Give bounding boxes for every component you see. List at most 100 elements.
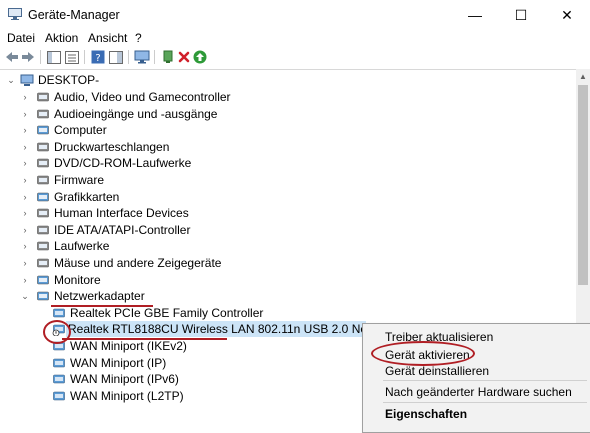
tree-category-row[interactable]: › IDE ATA/ATAPI-Controller (0, 222, 576, 238)
category-icon (37, 208, 49, 218)
menu-help[interactable]: ? (135, 31, 142, 45)
tree-category-label: Grafikkarten (54, 189, 120, 204)
tree-category-label: Mäuse und andere Zeigegeräte (54, 256, 222, 270)
expand-chevron-icon[interactable]: › (20, 89, 30, 105)
category-icon (37, 258, 49, 268)
tree-root-label: DESKTOP- (38, 73, 100, 87)
expand-chevron-icon[interactable]: › (20, 139, 30, 155)
category-icon (37, 291, 49, 301)
tree-device-label: WAN Miniport (IP) (70, 355, 167, 370)
expand-chevron-icon[interactable]: › (20, 238, 30, 254)
expand-chevron-icon[interactable]: › (20, 122, 30, 138)
menu-datei[interactable]: Datei (7, 31, 35, 45)
expand-chevron-icon[interactable]: › (20, 222, 30, 238)
category-icon (37, 242, 49, 251)
properties-pane-icon[interactable] (46, 49, 62, 65)
tree-category-row[interactable]: › Audio, Video und Gamecontroller (0, 89, 576, 105)
annotation-circle-enable-device (371, 341, 475, 366)
tree-device-label: Realtek RTL8188CU Wireless LAN 802.11n U… (68, 322, 407, 337)
tree-device-label: WAN Miniport (IPv6) (70, 372, 179, 387)
expand-chevron-icon[interactable]: › (20, 172, 30, 188)
console-tree-icon[interactable] (64, 49, 80, 65)
tree-category-row[interactable]: ⌄ Netzwerkadapter (0, 288, 576, 304)
expand-chevron-icon[interactable]: › (20, 205, 30, 221)
device-manager-app-icon (8, 8, 22, 20)
network-adapter-icon (53, 308, 65, 318)
tree-device-row[interactable]: Realtek PCIe GBE Family Controller (0, 305, 576, 321)
enable-device-icon[interactable] (192, 49, 208, 65)
tree-category-row[interactable]: › Monitore (0, 272, 576, 288)
tree-category-row[interactable]: › Computer (0, 122, 576, 138)
tree-category-row[interactable]: › Druckwarteschlangen (0, 139, 576, 155)
expand-chevron-icon[interactable]: › (20, 255, 30, 271)
window-title: Geräte-Manager (28, 8, 120, 22)
menu-item-properties[interactable]: Eigenschaften (385, 407, 467, 421)
expand-chevron-icon[interactable]: › (20, 106, 30, 122)
tree-category-row[interactable]: › Grafikkarten (0, 189, 576, 205)
expand-chevron-icon[interactable]: › (20, 272, 30, 288)
menu-item-uninstall-device[interactable]: Gerät deinstallieren (385, 364, 489, 378)
tree-category-label: Laufwerke (54, 239, 110, 254)
tree-category-row[interactable]: › Human Interface Devices (0, 205, 576, 221)
context-menu: Treiber aktualisieren Gerät aktivieren G… (362, 323, 590, 433)
category-icon (37, 92, 49, 102)
expand-chevron-icon[interactable]: › (20, 189, 30, 205)
tree-category-label: Audioeingänge und -ausgänge (54, 106, 218, 121)
category-icon (37, 125, 49, 135)
network-adapter-icon (53, 374, 65, 384)
toolbar: ? (0, 48, 590, 66)
tree-category-label: Monitore (54, 272, 101, 287)
category-icon (37, 109, 49, 118)
minimize-button[interactable]: — (452, 0, 498, 30)
collapse-chevron-icon[interactable]: ⌄ (6, 72, 16, 88)
category-icon (37, 175, 49, 185)
tree-category-label: Druckwarteschlangen (54, 139, 170, 154)
tree-category-row[interactable]: › Firmware (0, 172, 576, 188)
network-adapter-icon (53, 358, 65, 367)
tree-category-row[interactable]: › DVD/CD-ROM-Laufwerke (0, 155, 576, 171)
action-pane-icon[interactable] (108, 49, 124, 65)
scroll-up-icon[interactable]: ▲ (576, 69, 590, 83)
category-icon (37, 225, 49, 235)
menu-ansicht[interactable]: Ansicht (88, 31, 127, 45)
annotation-underline-realtek (62, 338, 227, 340)
category-icon (37, 275, 49, 284)
category-icon (37, 192, 49, 201)
tree-category-row[interactable]: › Audioeingänge und -ausgänge (0, 106, 576, 122)
annotation-circle-device-icon (43, 320, 71, 344)
tree-category-row[interactable]: › Mäuse und andere Zeigegeräte (0, 255, 576, 271)
network-adapter-icon (53, 391, 65, 401)
tree-category-label: IDE ATA/ATAPI-Controller (54, 222, 191, 237)
maximize-button[interactable]: ☐ (498, 0, 544, 30)
tree-category-label: Human Interface Devices (54, 206, 189, 221)
tree-device-label: WAN Miniport (IKEv2) (70, 339, 187, 353)
tree-category-label: Computer (54, 123, 107, 138)
tree-device-label: WAN Miniport (L2TP) (70, 388, 184, 403)
update-driver-icon[interactable] (160, 49, 176, 65)
collapse-chevron-icon[interactable]: ⌄ (20, 288, 30, 304)
help-icon[interactable]: ? (90, 49, 106, 65)
menu-item-scan-hardware[interactable]: Nach geänderter Hardware suchen (385, 385, 572, 399)
title-bar: Geräte-Manager — ☐ ✕ (0, 0, 590, 30)
tree-category-label: Audio, Video und Gamecontroller (54, 90, 231, 104)
tree-category-label: Firmware (54, 173, 104, 187)
category-icon (37, 159, 49, 168)
tree-device-label: Realtek PCIe GBE Family Controller (70, 305, 264, 320)
monitor-icon[interactable] (134, 49, 150, 65)
annotation-underline-netzwerkadapter (51, 305, 153, 307)
forward-arrow-icon[interactable] (20, 49, 36, 65)
menu-bar: Datei Aktion Ansicht ? (0, 30, 590, 48)
uninstall-x-icon[interactable] (176, 49, 192, 65)
menu-aktion[interactable]: Aktion (45, 31, 78, 45)
tree-root[interactable]: ⌄ DESKTOP- (0, 72, 576, 88)
expand-chevron-icon[interactable]: › (20, 155, 30, 171)
tree-category-row[interactable]: › Laufwerke (0, 238, 576, 254)
back-arrow-icon[interactable] (4, 49, 20, 65)
category-icon (37, 142, 49, 152)
close-button[interactable]: ✕ (544, 0, 590, 30)
tree-device-row-selected[interactable]: Realtek RTL8188CU Wireless LAN 802.11n U… (52, 321, 406, 338)
svg-text:?: ? (95, 53, 100, 64)
computer-icon (20, 74, 34, 86)
scroll-thumb[interactable] (578, 85, 588, 285)
tree-category-label: Netzwerkadapter (54, 289, 145, 304)
